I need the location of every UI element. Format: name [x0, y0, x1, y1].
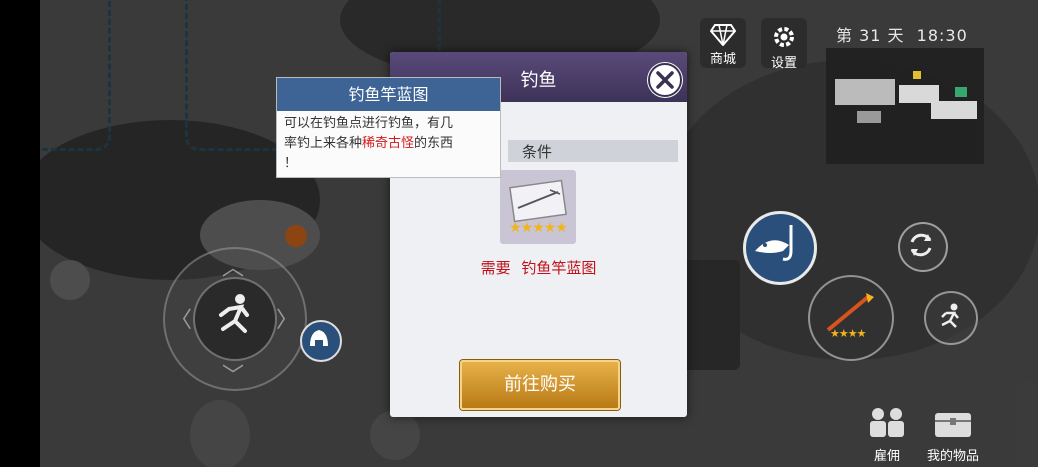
run-icon — [219, 294, 249, 333]
minimap-player-marker — [913, 71, 921, 79]
required-item-card[interactable]: ★★★★★ — [500, 170, 576, 244]
item-star-rating: ★★★★★ — [509, 220, 568, 236]
campfire-icon — [310, 330, 328, 346]
clock-time: 18:30 — [916, 26, 968, 45]
shop-button[interactable]: 商城 — [700, 18, 746, 68]
settings-label: 设置 — [770, 56, 797, 71]
weapon-icon — [826, 293, 874, 332]
requirement-text: 需要 钓鱼竿蓝图 — [390, 257, 687, 278]
mercenary-icon — [870, 408, 904, 437]
tooltip-description: 可以在钓鱼点进行钓鱼，有几 率钓上来各种稀奇古怪的东西 ！ — [284, 114, 494, 174]
condition-header: 条件 — [508, 140, 678, 162]
settings-button[interactable]: 设置 — [761, 18, 807, 71]
minimap-structure — [835, 79, 895, 105]
weapon-attack-button[interactable]: ★★★★ — [808, 275, 894, 361]
swap-button[interactable] — [898, 222, 948, 272]
joystick-knob[interactable] — [193, 277, 277, 361]
requirement-item-name: 钓鱼竿蓝图 — [521, 259, 597, 277]
day-time-display: 第 31 天 18:30 — [836, 22, 968, 46]
minimap-structure — [931, 101, 977, 119]
weapon-star-rating: ★★★★ — [830, 327, 866, 340]
tooltip-line-3: ！ — [284, 156, 298, 171]
fishing-rod-blueprint-icon — [509, 179, 567, 223]
minimap[interactable] — [826, 48, 984, 164]
campfire-shortcut-button[interactable] — [300, 320, 342, 362]
game-screen: 商城 设置 第 31 天 18:30 ★★★★ ︿ ﹀ 〈 〉 雇佣 我的物品 … — [0, 0, 1038, 467]
shop-label: 商城 — [709, 52, 736, 67]
tooltip-text: 的东西 — [414, 136, 454, 151]
requirement-prefix: 需要 — [480, 259, 511, 277]
close-button[interactable] — [648, 63, 682, 97]
joystick-down-arrow: ﹀ — [222, 364, 245, 389]
close-icon — [656, 71, 674, 89]
item-tooltip: 钓鱼竿蓝图 可以在钓鱼点进行钓鱼，有几 率钓上来各种稀奇古怪的东西 ！ — [276, 77, 501, 178]
condition-label: 条件 — [522, 143, 553, 161]
diamond-icon — [710, 24, 736, 46]
tooltip-line-1: 可以在钓鱼点进行钓鱼，有几 — [284, 116, 454, 131]
tooltip-text: 率钓上来各种 — [284, 136, 363, 151]
minimap-structure — [857, 111, 881, 123]
go-buy-button[interactable]: 前往购买 — [460, 360, 620, 410]
my-items-label: 我的物品 — [926, 449, 979, 464]
mercenary-label: 雇佣 — [873, 449, 900, 464]
sprint-button[interactable] — [924, 291, 978, 345]
minimap-marker — [955, 87, 967, 97]
mercenary-button[interactable]: 雇佣 — [862, 405, 912, 464]
fishing-icon — [755, 225, 793, 261]
fishing-action-button[interactable] — [743, 211, 817, 285]
joystick-right-arrow: 〉 — [276, 308, 299, 333]
sprint-icon — [941, 303, 959, 328]
joystick-left-arrow: 〈 — [170, 308, 193, 333]
tooltip-title: 钓鱼竿蓝图 — [277, 78, 500, 111]
chest-icon — [935, 413, 971, 437]
tooltip-line-2: 率钓上来各种稀奇古怪的东西 — [284, 134, 494, 154]
gear-icon — [774, 27, 794, 47]
day-counter: 第 31 天 — [836, 26, 905, 45]
my-items-button[interactable]: 我的物品 — [918, 405, 988, 464]
refresh-icon — [910, 233, 932, 257]
tooltip-highlight: 稀奇古怪 — [362, 136, 415, 151]
